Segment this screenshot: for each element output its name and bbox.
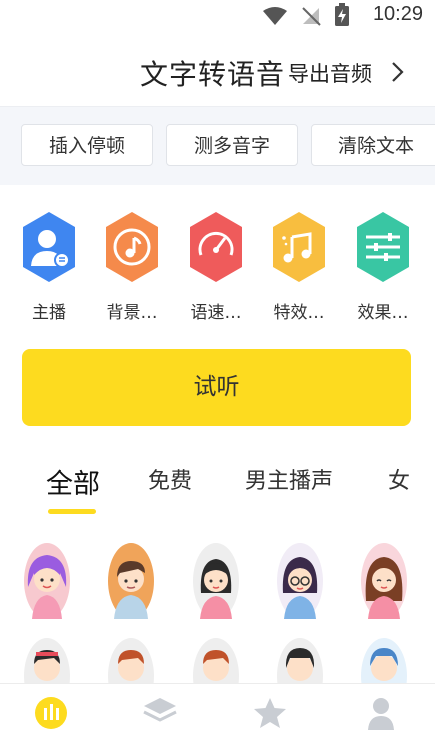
- feature-label: 语速…: [190, 303, 242, 323]
- feature-speed[interactable]: 语速…: [186, 210, 246, 323]
- layers-icon[interactable]: [142, 696, 178, 726]
- feature-label: 背景…: [106, 303, 158, 323]
- header: 文字转语音 导出音频: [0, 34, 435, 106]
- tab-female[interactable]: 女: [388, 463, 410, 495]
- battery-charging-icon: [335, 3, 349, 26]
- audio-icon[interactable]: [34, 696, 68, 730]
- feature-effects[interactable]: 特效…: [269, 210, 329, 323]
- status-bar: 10:29: [0, 0, 435, 30]
- tab-free[interactable]: 免费: [148, 463, 192, 495]
- voice-avatar[interactable]: [24, 543, 70, 619]
- feature-sound-effects[interactable]: 效果…: [353, 210, 413, 323]
- chevron-right-icon[interactable]: [390, 60, 406, 84]
- clear-text-button[interactable]: 清除文本: [311, 124, 435, 166]
- feature-label: 效果…: [357, 303, 409, 323]
- tab-all[interactable]: 全部: [46, 462, 100, 501]
- bottom-nav: [0, 683, 435, 730]
- status-time: 10:29: [372, 3, 423, 25]
- check-polyphone-button[interactable]: 测多音字: [166, 124, 298, 166]
- wifi-icon: [263, 7, 287, 25]
- insert-pause-button[interactable]: 插入停顿: [21, 124, 153, 166]
- anchor-person-icon: [23, 212, 75, 282]
- voice-avatar[interactable]: [361, 543, 407, 619]
- equalizer-sliders-icon: [357, 212, 409, 282]
- music-disc-icon: [106, 212, 158, 282]
- feature-label: 主播: [32, 303, 66, 323]
- profile-icon[interactable]: [366, 696, 396, 730]
- feature-background-music[interactable]: 背景…: [102, 210, 162, 323]
- voice-avatar[interactable]: [277, 543, 323, 619]
- tab-male-anchor[interactable]: 男主播声: [245, 463, 333, 495]
- star-icon[interactable]: [252, 696, 288, 730]
- export-audio-button[interactable]: 导出音频: [288, 58, 372, 88]
- no-signal-icon: [302, 7, 321, 26]
- listen-button[interactable]: 试听: [22, 349, 411, 426]
- voice-avatar[interactable]: [193, 543, 239, 619]
- tab-active-indicator: [48, 509, 96, 514]
- speedometer-icon: [190, 212, 242, 282]
- page-title: 文字转语音: [140, 58, 286, 91]
- voice-avatar[interactable]: [108, 543, 154, 619]
- text-toolbar: 插入停顿 测多音字 清除文本: [0, 106, 435, 185]
- feature-anchor[interactable]: 主播: [19, 210, 79, 323]
- music-note-icon: [273, 212, 325, 282]
- feature-label: 特效…: [273, 303, 325, 323]
